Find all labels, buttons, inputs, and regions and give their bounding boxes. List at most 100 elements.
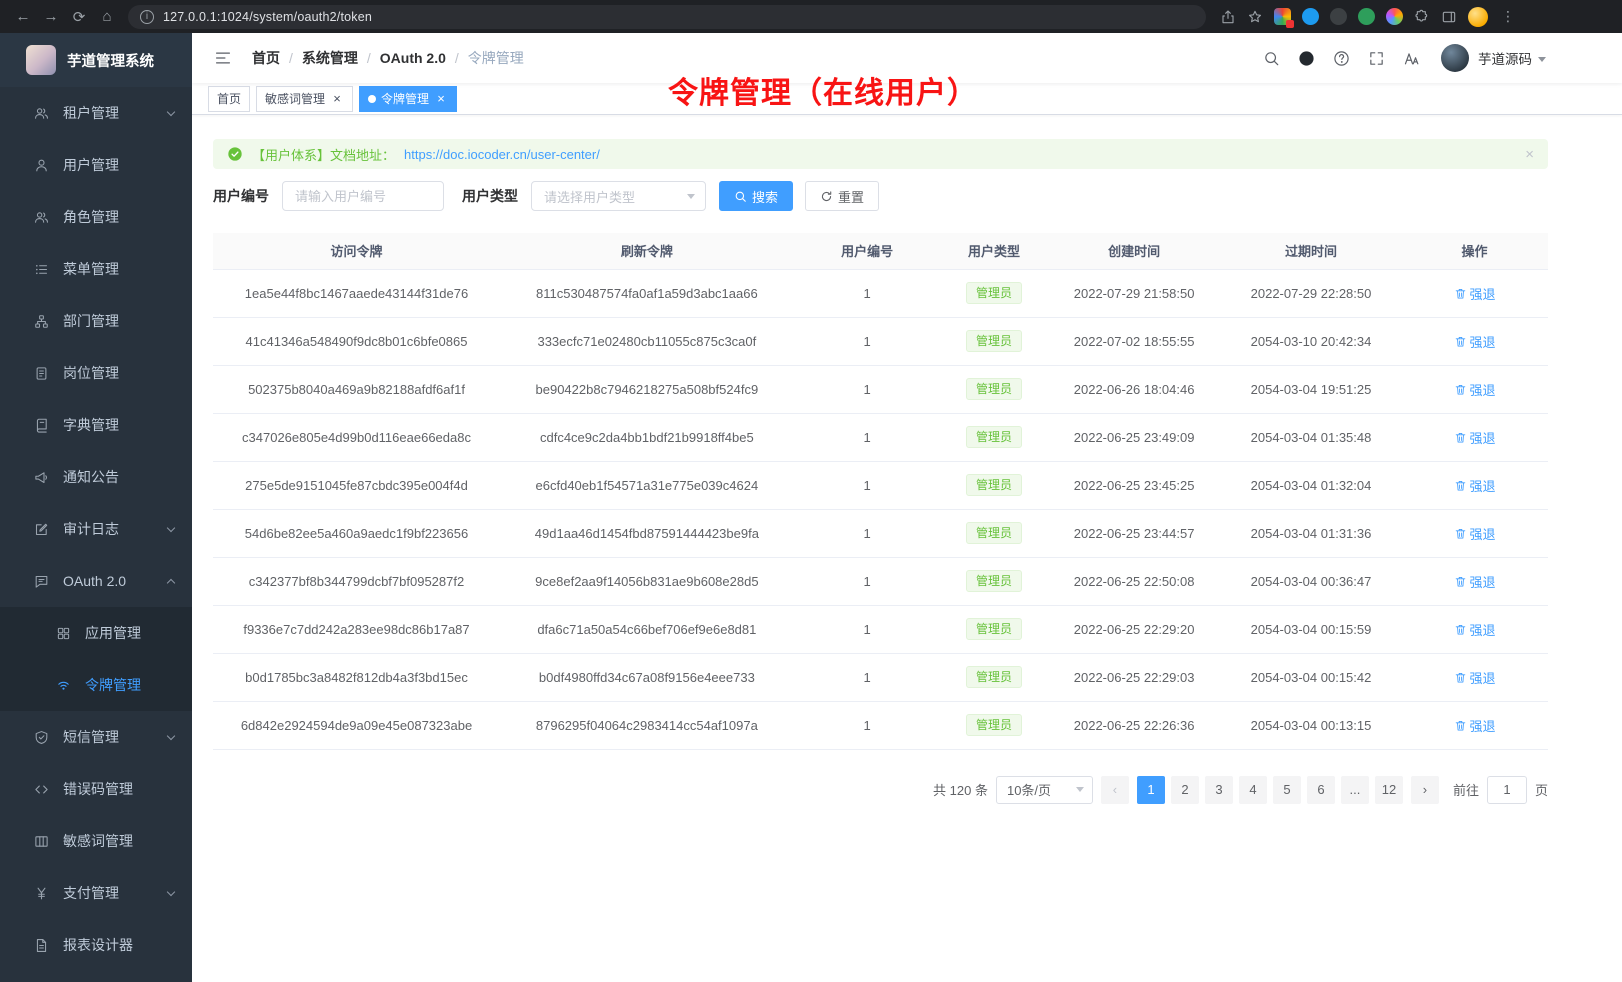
extension-icon[interactable] (1330, 8, 1347, 25)
cell-user-type: 管理员 (941, 509, 1048, 557)
sidebar-item-dict[interactable]: 字典管理 (0, 399, 192, 451)
token-icon (56, 678, 71, 693)
github-icon[interactable] (1298, 50, 1315, 67)
cell-actions: 强退 (1401, 269, 1548, 317)
side-panel-icon[interactable] (1441, 9, 1457, 25)
user-id-input[interactable] (282, 181, 444, 211)
tab-sensitive-word[interactable]: 敏感词管理× (256, 86, 353, 112)
browser-home-icon[interactable]: ⌂ (94, 4, 120, 30)
sidebar-item-error-code[interactable]: 错误码管理 (0, 763, 192, 815)
puzzle-extensions-icon[interactable] (1414, 9, 1430, 25)
sidebar-item-sms[interactable]: 短信管理 (0, 711, 192, 763)
chevron-down-icon (687, 194, 695, 199)
sidebar-item-pay[interactable]: 支付管理 (0, 867, 192, 919)
doc-alert: 【用户体系】文档地址： https://doc.iocoder.cn/user-… (213, 139, 1548, 169)
chevron-down-icon (167, 523, 175, 531)
sidebar-item-audit-log[interactable]: 审计日志 (0, 503, 192, 555)
extension-icon[interactable] (1358, 8, 1375, 25)
pager-page-button-6[interactable]: 6 (1307, 776, 1335, 804)
breadcrumb-item[interactable]: 系统管理 (302, 48, 358, 68)
breadcrumb-item[interactable]: 首页 (252, 48, 280, 68)
browser-address-bar[interactable]: i 127.0.0.1:1024/system/oauth2/token (128, 5, 1206, 29)
trash-icon (1454, 527, 1467, 540)
user-name[interactable]: 芋道源码 (1478, 48, 1532, 68)
sidebar-item-notice[interactable]: 通知公告 (0, 451, 192, 503)
extension-icon[interactable] (1274, 8, 1291, 25)
force-logout-button[interactable]: 强退 (1454, 620, 1496, 639)
pager-page-button-1[interactable]: 1 (1137, 776, 1165, 804)
browser-menu-icon[interactable]: ⋮ (1499, 8, 1517, 25)
sidebar-item-post[interactable]: 岗位管理 (0, 347, 192, 399)
tab-close-icon[interactable]: × (434, 92, 448, 106)
breadcrumb-separator: / (289, 50, 293, 66)
sidebar-item-user[interactable]: 用户管理 (0, 139, 192, 191)
force-logout-label: 强退 (1470, 620, 1496, 639)
sidebar-item-oauth2-token[interactable]: 令牌管理 (0, 659, 192, 711)
goto-page-input[interactable] (1487, 776, 1527, 804)
force-logout-button[interactable]: 强退 (1454, 380, 1496, 399)
sidebar-item-role[interactable]: 角色管理 (0, 191, 192, 243)
force-logout-button[interactable]: 强退 (1454, 428, 1496, 447)
force-logout-button[interactable]: 强退 (1454, 716, 1496, 735)
sidebar-item-oauth2[interactable]: OAuth 2.0 (0, 555, 192, 607)
site-info-icon[interactable]: i (140, 10, 154, 24)
force-logout-button[interactable]: 强退 (1454, 476, 1496, 495)
sidebar-item-label: 角色管理 (63, 207, 174, 227)
user-type-select[interactable]: 请选择用户类型 (531, 181, 706, 211)
alert-close-icon[interactable]: × (1525, 146, 1534, 163)
reset-button[interactable]: 重置 (805, 181, 879, 211)
search-icon[interactable] (1263, 50, 1280, 67)
search-button[interactable]: 搜索 (719, 181, 793, 211)
browser-chrome: ← → ⟳ ⌂ i 127.0.0.1:1024/system/oauth2/t… (0, 0, 1622, 33)
font-size-icon[interactable] (1403, 50, 1420, 67)
sidebar-item-menu[interactable]: 菜单管理 (0, 243, 192, 295)
browser-back-icon[interactable]: ← (10, 4, 36, 30)
force-logout-button[interactable]: 强退 (1454, 524, 1496, 543)
browser-reload-icon[interactable]: ⟳ (66, 4, 92, 30)
browser-forward-icon[interactable]: → (38, 4, 64, 30)
goto-unit: 页 (1535, 780, 1548, 799)
pager-more-button[interactable]: ... (1341, 776, 1369, 804)
force-logout-button[interactable]: 强退 (1454, 332, 1496, 351)
col-expire-time: 过期时间 (1221, 233, 1401, 269)
pager-page-button-2[interactable]: 2 (1171, 776, 1199, 804)
sidebar-item-tenant[interactable]: 租户管理 (0, 87, 192, 139)
extension-icon[interactable] (1386, 8, 1403, 25)
force-logout-button[interactable]: 强退 (1454, 572, 1496, 591)
pager-page-button-4[interactable]: 4 (1239, 776, 1267, 804)
browser-profile-avatar[interactable] (1468, 7, 1488, 27)
help-icon[interactable] (1333, 50, 1350, 67)
share-icon[interactable] (1220, 9, 1236, 25)
sidebar-item-report-designer[interactable]: 报表设计器 (0, 919, 192, 971)
app-logo[interactable]: 芋道管理系统 (0, 33, 192, 87)
force-logout-button[interactable]: 强退 (1454, 668, 1496, 687)
sidebar-item-label: 部门管理 (63, 311, 174, 331)
cell-expire-time: 2054-03-04 19:51:25 (1221, 365, 1401, 413)
sidebar-toggle-button[interactable] (208, 43, 238, 73)
pager-page-button-3[interactable]: 3 (1205, 776, 1233, 804)
force-logout-label: 强退 (1470, 380, 1496, 399)
force-logout-button[interactable]: 强退 (1454, 284, 1496, 303)
pager-page-button-12[interactable]: 12 (1375, 776, 1403, 804)
user-menu-caret-icon[interactable] (1538, 57, 1546, 62)
doc-link[interactable]: https://doc.iocoder.cn/user-center/ (404, 147, 600, 162)
extension-icon[interactable] (1302, 8, 1319, 25)
sidebar-item-sensitive-word[interactable]: 敏感词管理 (0, 815, 192, 867)
tab-close-icon[interactable]: × (330, 92, 344, 106)
tab-home[interactable]: 首页 (208, 86, 250, 112)
pager-prev-button[interactable]: ‹ (1101, 776, 1129, 804)
sidebar-item-label: 审计日志 (63, 519, 168, 539)
pager-page-button-5[interactable]: 5 (1273, 776, 1301, 804)
sidebar-item-dept[interactable]: 部门管理 (0, 295, 192, 347)
bookmark-star-icon[interactable] (1247, 9, 1263, 25)
page-size-select[interactable]: 10条/页 (996, 776, 1093, 804)
sidebar-item-oauth2-app[interactable]: 应用管理 (0, 607, 192, 659)
tab-token[interactable]: 令牌管理× (359, 86, 457, 112)
fullscreen-icon[interactable] (1368, 50, 1385, 67)
cell-actions: 强退 (1401, 557, 1548, 605)
user-type-badge: 管理员 (966, 378, 1022, 400)
breadcrumb-item[interactable]: OAuth 2.0 (380, 50, 446, 66)
extension-badge (1286, 20, 1294, 28)
user-avatar[interactable] (1441, 44, 1469, 72)
pager-next-button[interactable]: › (1411, 776, 1439, 804)
